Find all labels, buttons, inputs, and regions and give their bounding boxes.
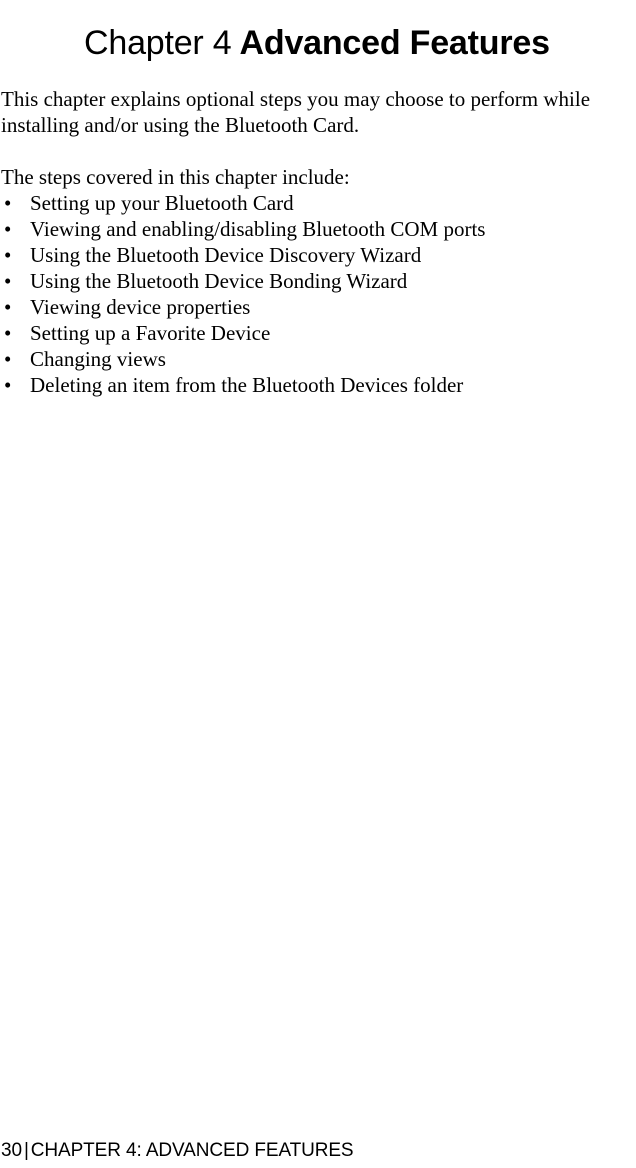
list-item: • Setting up a Favorite Device (1, 320, 601, 346)
list-item-label: Using the Bluetooth Device Bonding Wizar… (30, 269, 408, 293)
bullet-icon: • (4, 347, 12, 371)
list-item: • Changing views (1, 346, 601, 372)
body-content: This chapter explains optional steps you… (1, 86, 601, 398)
intro-line-1: This chapter explains optional steps you… (1, 87, 591, 111)
list-item-label: Using the Bluetooth Device Discovery Wiz… (30, 243, 422, 267)
page-title: Chapter 4 Advanced Features (84, 23, 636, 63)
bullet-icon: • (4, 321, 12, 345)
document-page: Chapter 4 Advanced Features This chapter… (0, 0, 636, 1168)
list-item: • Setting up your Bluetooth Card (1, 190, 601, 216)
list-item: • Using the Bluetooth Device Discovery W… (1, 242, 601, 268)
list-item-label: Changing views (30, 347, 166, 371)
bullet-icon: • (4, 295, 12, 319)
bullet-icon: • (4, 373, 12, 397)
chapter-label: Chapter 4 (84, 23, 232, 62)
list-item: • Deleting an item from the Bluetooth De… (1, 372, 601, 398)
bullet-icon: • (4, 269, 12, 293)
intro-paragraph: This chapter explains optional steps you… (1, 86, 591, 138)
list-item-label: Viewing device properties (30, 295, 251, 319)
list-item-label: Viewing and enabling/disabling Bluetooth… (30, 217, 486, 241)
page-footer: 30 | CHAPTER 4: ADVANCED FEATURES (1, 1140, 621, 1162)
page-number: 30 (1, 1140, 22, 1161)
lead-in-text: The steps covered in this chapter includ… (1, 165, 350, 189)
list-item: • Viewing device properties (1, 294, 601, 320)
running-head: CHAPTER 4: ADVANCED FEATURES (30, 1140, 354, 1161)
bullet-icon: • (4, 243, 12, 267)
chapter-topics-list: • Setting up your Bluetooth Card • Viewi… (1, 190, 601, 398)
list-item-label: Setting up a Favorite Device (30, 321, 271, 345)
list-item: • Viewing and enabling/disabling Bluetoo… (1, 216, 601, 242)
list-item: • Using the Bluetooth Device Bonding Wiz… (1, 268, 601, 294)
chapter-name: Advanced Features (239, 23, 550, 62)
list-item-label: Setting up your Bluetooth Card (30, 191, 294, 215)
title-space (232, 24, 240, 62)
list-item-label: Deleting an item from the Bluetooth Devi… (30, 373, 464, 397)
footer-separator: | (23, 1140, 29, 1161)
bullet-icon: • (4, 217, 12, 241)
intro-line-2: installing and/or using the Bluetooth Ca… (1, 113, 360, 137)
bullet-icon: • (4, 191, 12, 215)
